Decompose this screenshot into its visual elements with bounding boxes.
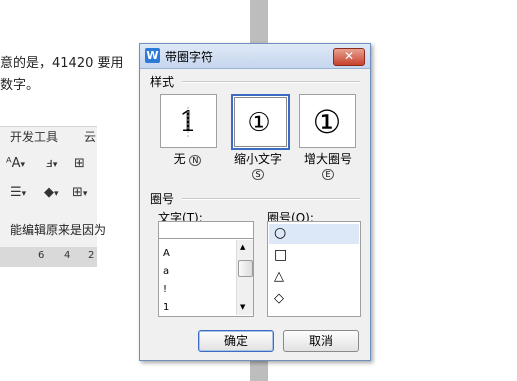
style-enlarge-label[interactable]: 增大圈号 E xyxy=(296,152,360,182)
ok-button[interactable]: 确定 xyxy=(198,330,274,352)
cancel-button[interactable]: 取消 xyxy=(283,330,359,352)
wps-logo-icon: W xyxy=(145,48,160,63)
square-icon[interactable]: □ xyxy=(274,247,287,263)
circle-group-label: 圈号 xyxy=(150,192,175,206)
ring-list: ○ □ △ ◇ xyxy=(267,221,361,317)
style-none-text: 无 xyxy=(173,152,186,166)
text-input[interactable] xyxy=(159,222,253,239)
ruler: 6 4 2 xyxy=(0,247,97,267)
style-shrink-preview: ① xyxy=(247,108,270,138)
style-shrink-text: 缩小文字 xyxy=(233,152,282,166)
divider xyxy=(182,198,360,200)
triangle-icon[interactable]: △ xyxy=(274,269,284,284)
text-list-scrollbar[interactable]: ▲ ▼ xyxy=(236,240,253,315)
grid-icon[interactable]: ⊞▾ xyxy=(72,185,87,200)
style-none-label[interactable]: 无 N xyxy=(160,152,215,168)
scroll-up-icon[interactable]: ▲ xyxy=(240,243,245,251)
divider xyxy=(182,81,360,83)
style-shrink-label[interactable]: 缩小文字 S xyxy=(226,152,290,182)
doc-line-1: 意的是，41420 要用 xyxy=(0,56,124,71)
text-combo: A a ! 1 ▲ ▼ xyxy=(158,221,254,317)
style-enlarge-ring-option[interactable]: ① xyxy=(299,94,356,148)
dialog-title: 带圈字符 xyxy=(165,50,214,64)
circle-icon[interactable]: ○ xyxy=(274,225,286,241)
svg-text:①: ① xyxy=(313,103,342,141)
pinyin-icon[interactable]: ⅎ▾ xyxy=(46,156,57,171)
style-enlarge-preview: ① xyxy=(313,103,342,141)
font-size-increase-icon[interactable]: ᴬA▾ xyxy=(6,156,25,171)
text-list-item[interactable]: A xyxy=(163,248,170,259)
dialog-titlebar[interactable]: W 带圈字符 ✕ xyxy=(140,44,370,69)
style-none-key: N xyxy=(189,155,202,166)
ruler-tick: 6 xyxy=(38,250,45,261)
doc-line-2: 数字。 xyxy=(0,78,40,93)
shading-icon[interactable]: ◆▾ xyxy=(44,185,59,200)
style-none-preview: 1 xyxy=(179,105,197,138)
tab-developer-tools[interactable]: 开发工具 xyxy=(10,128,58,145)
tab-cloud[interactable]: 云 xyxy=(84,128,96,145)
text-list-item[interactable]: a xyxy=(163,266,169,277)
close-button[interactable]: ✕ xyxy=(333,48,365,66)
border-icon[interactable]: ☰▾ xyxy=(10,185,26,200)
ruler-tick: 2 xyxy=(88,250,95,261)
style-none-option[interactable]: 1 xyxy=(160,94,217,148)
style-group-label: 样式 xyxy=(150,75,175,89)
style-enlarge-key: E xyxy=(322,169,334,180)
scroll-thumb[interactable] xyxy=(238,260,253,277)
text-list-item[interactable]: 1 xyxy=(163,302,169,313)
status-text: 能编辑原来是因为 xyxy=(10,223,107,237)
text-list-item[interactable]: ! xyxy=(163,284,167,295)
table-icon[interactable]: ⊞ xyxy=(74,156,85,171)
svg-text:①: ① xyxy=(247,108,270,138)
style-shrink-key: S xyxy=(252,169,264,180)
enclose-characters-dialog: W 带圈字符 ✕ 样式 1 ① ① 无 N 缩小文字 S 增大圈号 E 圈号 文… xyxy=(139,43,371,361)
style-shrink-text-option[interactable]: ① xyxy=(231,94,290,150)
svg-text:1: 1 xyxy=(179,105,197,138)
ruler-tick: 4 xyxy=(64,250,71,261)
diamond-icon[interactable]: ◇ xyxy=(274,291,284,306)
scroll-down-icon[interactable]: ▼ xyxy=(240,303,245,311)
style-enlarge-text: 增大圈号 xyxy=(303,152,352,166)
